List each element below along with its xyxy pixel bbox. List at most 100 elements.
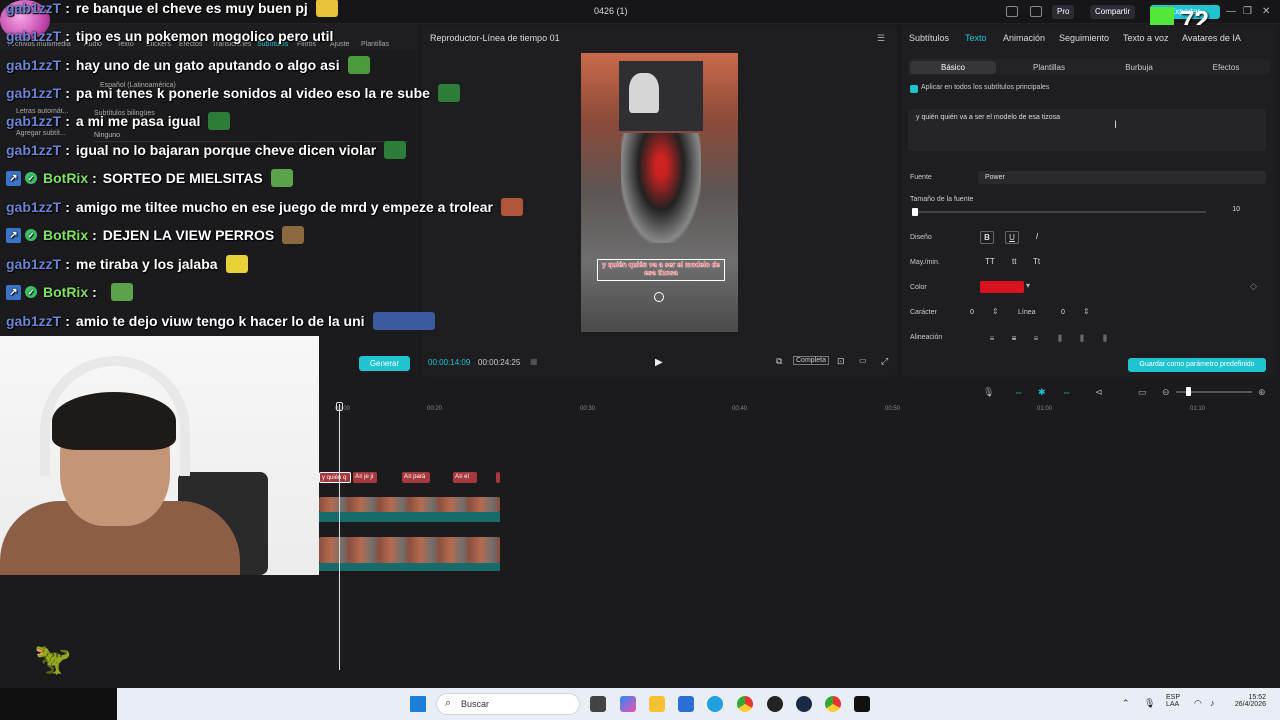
char-spacing-input[interactable]: 0 <box>970 309 974 316</box>
subtitle-selection-box[interactable]: y quién quién va a ser el modelo de esa … <box>597 259 725 281</box>
magnet-icon[interactable]: ✱ <box>1038 387 1046 398</box>
menu-icon[interactable]: ☰ <box>877 33 885 44</box>
case-lower-button[interactable]: tt <box>1012 257 1016 266</box>
snap-icon[interactable]: ⇔ <box>1062 387 1071 397</box>
mic-tray-icon[interactable]: 🎙 <box>1144 698 1155 709</box>
video-clip-track-1[interactable] <box>319 497 500 512</box>
subtab-effects[interactable]: Efectos <box>1184 61 1268 74</box>
align-center-icon[interactable]: ≡ <box>1008 334 1020 344</box>
close-icon[interactable]: ✕ <box>1262 6 1270 17</box>
edge-icon[interactable] <box>707 696 723 712</box>
playhead-handle[interactable] <box>336 402 343 411</box>
chrome-icon[interactable] <box>737 696 753 712</box>
subtitle-text-input[interactable]: y quién quién va a ser el modelo de esa … <box>908 109 1266 151</box>
rotate-handle-icon[interactable] <box>654 292 664 302</box>
zoom-in-icon[interactable]: ⊕ <box>1258 387 1266 398</box>
language-indicator[interactable]: ESP LAA <box>1166 694 1180 708</box>
tab-ai-avatars[interactable]: Avatares de IA <box>1182 33 1241 43</box>
zoom-slider-knob[interactable] <box>1186 387 1191 396</box>
emote-icon <box>437 84 460 102</box>
clock[interactable]: 15:52 26/4/2026 <box>1230 694 1266 708</box>
chat-username: gab1zzT <box>6 85 62 101</box>
clock-date: 26/4/2026 <box>1234 701 1266 708</box>
subtab-bubble[interactable]: Burbuja <box>1094 61 1184 74</box>
playhead[interactable] <box>339 404 340 670</box>
char-stepper-icon[interactable]: ⇕ <box>992 307 999 316</box>
align-vertical-icon[interactable]: ⫼ <box>1076 334 1088 344</box>
subtitle-clip[interactable]: A≡ el <box>453 472 477 483</box>
taskbar-search[interactable]: ⌕ Buscar <box>436 693 580 715</box>
bold-button[interactable]: B <box>980 231 994 244</box>
line-spacing-input[interactable]: 0 <box>1061 309 1065 316</box>
pro-button[interactable]: Pro <box>1052 5 1075 19</box>
ratio-select[interactable]: Completa <box>793 356 829 365</box>
link-icon[interactable]: ⇔ <box>1014 387 1023 397</box>
subtitle-clip[interactable]: A≡ je ji <box>353 472 377 483</box>
tab-animation[interactable]: Animación <box>1003 33 1045 43</box>
share-button[interactable]: Compartir <box>1090 5 1136 19</box>
layout-icon[interactable] <box>1006 6 1018 17</box>
subtab-templates[interactable]: Plantillas <box>1004 61 1094 74</box>
split-icon[interactable]: ⊲ <box>1095 387 1103 398</box>
subtitle-clip-end[interactable] <box>496 472 500 483</box>
steam-icon[interactable] <box>796 696 812 712</box>
maximize-icon[interactable]: ❐ <box>1243 6 1252 17</box>
tab-tracking[interactable]: Seguimiento <box>1059 33 1109 43</box>
chat-message: gab1zzT: me tiraba y los jalaba <box>6 253 248 275</box>
subtab-basic[interactable]: Básico <box>910 61 996 74</box>
color-swatch[interactable] <box>980 281 1024 293</box>
apply-all-checkbox[interactable] <box>910 85 918 93</box>
task-view-icon[interactable] <box>590 696 606 712</box>
ruler-tick: 01:10 <box>1190 406 1206 412</box>
tab-subtitles[interactable]: Subtítulos <box>909 33 949 43</box>
store-icon[interactable] <box>678 696 694 712</box>
minimize-icon[interactable]: — <box>1226 6 1236 17</box>
file-explorer-icon[interactable] <box>649 696 665 712</box>
fullscreen-icon[interactable]: ⤢ <box>881 356 888 367</box>
chat-separator: : <box>65 199 70 215</box>
zoom-out-icon[interactable]: ⊖ <box>1162 387 1170 398</box>
volume-icon[interactable]: ♪ <box>1210 698 1215 708</box>
align-label: Alineación <box>910 334 943 341</box>
font-size-slider[interactable] <box>914 211 1206 213</box>
chat-username: BotRix <box>43 284 89 300</box>
windows-start-icon[interactable] <box>410 696 426 712</box>
microphone-icon[interactable]: 🎙 <box>983 387 994 398</box>
tray-chevron-icon[interactable]: ⌃ <box>1122 698 1130 709</box>
caption-icon[interactable]: ▭ <box>1138 387 1147 398</box>
align-vertical-alt-icon[interactable]: ⫼ <box>1099 334 1111 344</box>
font-size-slider-knob[interactable] <box>912 208 918 216</box>
case-title-button[interactable]: Tt <box>1033 257 1040 266</box>
subtitle-clip[interactable]: A≡ pará <box>402 472 430 483</box>
color-dropdown-icon[interactable]: ▾ <box>1026 281 1030 290</box>
font-select[interactable]: Power <box>978 171 1266 184</box>
chat-separator: : <box>65 28 70 44</box>
tab-text[interactable]: Texto <box>965 33 987 43</box>
generate-button[interactable]: Generar <box>359 356 410 371</box>
wifi-icon[interactable]: ◠ <box>1194 698 1202 709</box>
crop-icon[interactable]: ⧉ <box>776 356 782 367</box>
keyframe-icon[interactable]: ◇ <box>1250 281 1257 292</box>
screen-icon[interactable] <box>1030 6 1042 17</box>
italic-button[interactable]: I <box>1030 231 1044 244</box>
play-button[interactable]: ▶ <box>655 357 663 368</box>
app-icon[interactable] <box>767 696 783 712</box>
align-right-icon[interactable]: ≡ <box>1030 334 1042 344</box>
chrome-alt-icon[interactable] <box>825 696 841 712</box>
line-stepper-icon[interactable]: ⇕ <box>1083 307 1090 316</box>
align-left-icon[interactable]: ≡ <box>986 334 998 344</box>
tab-text-to-speech[interactable]: Texto a voz <box>1123 33 1169 43</box>
case-upper-button[interactable]: TT <box>985 257 995 266</box>
grid-icon[interactable]: ▦ <box>530 357 538 366</box>
font-size-input[interactable]: 10 <box>1210 206 1240 218</box>
align-justify-icon[interactable]: ⫼ <box>1054 334 1066 344</box>
copilot-icon[interactable] <box>620 696 636 712</box>
focus-icon[interactable]: ⊡ <box>837 356 845 367</box>
video-preview[interactable]: y quién quién va a ser el modelo de esa … <box>581 53 738 332</box>
video-clip-track-2[interactable] <box>319 537 500 563</box>
subtitle-clip[interactable]: y quién q <box>319 472 351 483</box>
capcut-icon[interactable] <box>854 696 870 712</box>
ratio-icon[interactable]: ▭ <box>859 356 867 365</box>
underline-button[interactable]: U <box>1005 231 1019 244</box>
save-preset-button[interactable]: Guardar como parámetro predefinido <box>1128 358 1266 372</box>
